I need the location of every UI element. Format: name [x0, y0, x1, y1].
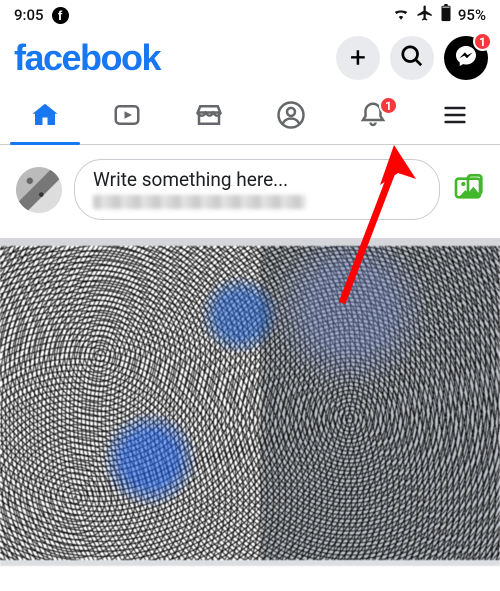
- create-button[interactable]: +: [336, 36, 380, 80]
- facebook-logo: facebook: [14, 37, 160, 79]
- watch-icon: [112, 100, 142, 134]
- status-time: 9:05: [14, 6, 44, 24]
- airplane-mode-icon: [416, 4, 434, 26]
- tab-watch[interactable]: [86, 90, 168, 144]
- status-bar: 9:05 f 95%: [0, 0, 500, 30]
- tab-menu[interactable]: [414, 90, 496, 144]
- messenger-icon: [454, 44, 478, 72]
- messenger-button[interactable]: 1: [444, 36, 488, 80]
- marketplace-icon: [194, 100, 224, 134]
- compose-input[interactable]: Write something here...: [74, 159, 440, 220]
- app-header: facebook + 1: [0, 30, 500, 90]
- add-photo-button[interactable]: [452, 172, 484, 208]
- search-button[interactable]: [390, 36, 434, 80]
- facebook-app-icon: f: [52, 7, 69, 24]
- profile-icon: [276, 100, 306, 134]
- battery-percent: 95%: [458, 6, 486, 24]
- messenger-badge: 1: [473, 32, 492, 51]
- header-actions: + 1: [336, 36, 488, 80]
- wifi-icon: [392, 6, 410, 24]
- status-left: 9:05 f: [14, 6, 69, 24]
- search-icon: [401, 45, 423, 71]
- hamburger-icon: [441, 101, 469, 133]
- tab-home[interactable]: [4, 90, 86, 144]
- nav-tabs: 1: [0, 90, 500, 145]
- notifications-badge: 1: [379, 96, 398, 115]
- tab-marketplace[interactable]: [168, 90, 250, 144]
- photo-icon: [452, 189, 484, 208]
- plus-icon: +: [350, 44, 366, 72]
- home-icon: [30, 100, 60, 134]
- avatar[interactable]: [16, 167, 62, 213]
- composer-row: Write something here...: [0, 145, 500, 246]
- stories-feed[interactable]: [0, 246, 500, 566]
- tab-profile[interactable]: [250, 90, 332, 144]
- compose-redacted: [93, 195, 306, 209]
- status-right: 95%: [392, 4, 486, 26]
- tab-notifications[interactable]: 1: [332, 90, 414, 144]
- battery-icon: [440, 4, 452, 26]
- compose-placeholder: Write something here...: [93, 168, 421, 191]
